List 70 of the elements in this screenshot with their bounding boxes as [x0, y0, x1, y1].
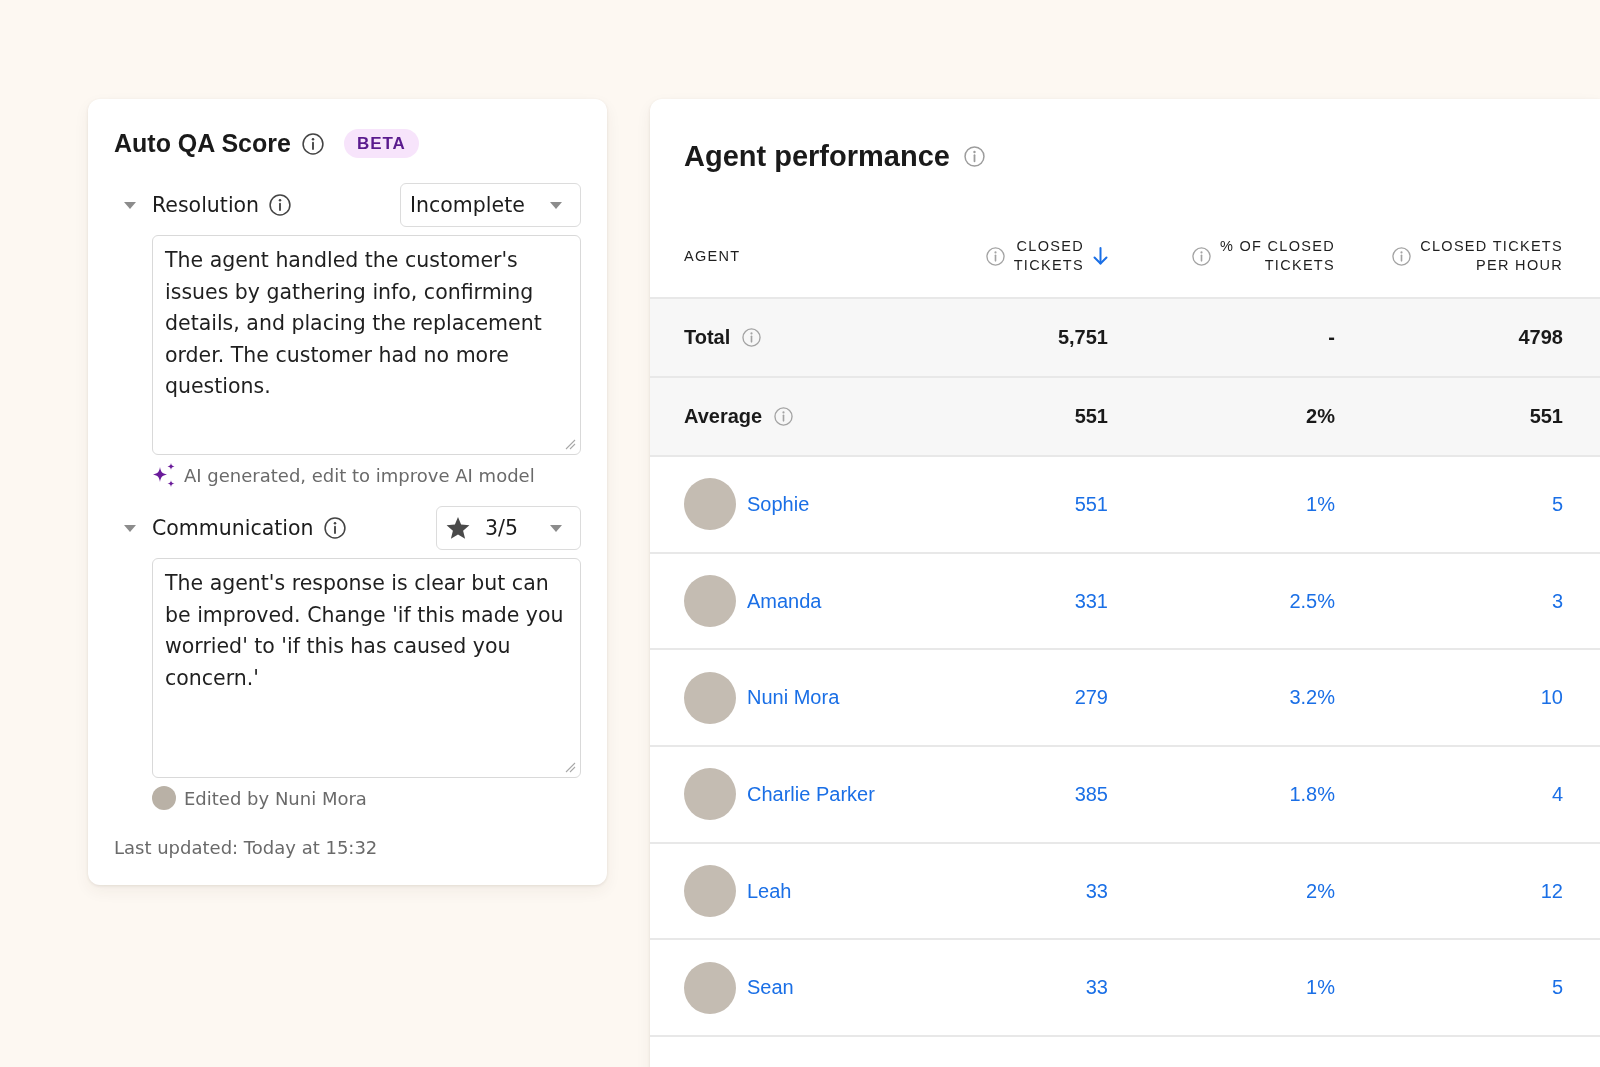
info-icon	[742, 328, 762, 347]
summary-value: 5,751	[1057, 326, 1108, 349]
caret-icon	[550, 524, 562, 532]
metric-link[interactable]: 279	[1074, 686, 1108, 710]
agent-name-link[interactable]: Amanda	[747, 589, 822, 613]
summary-value: 551	[1529, 405, 1563, 428]
summary-label: Total	[684, 326, 731, 349]
metric-link[interactable]: 4	[1551, 782, 1563, 806]
summary-value: 2%	[1306, 405, 1335, 428]
metric-link[interactable]: 1%	[1306, 976, 1335, 1000]
summary-label: Average	[684, 405, 763, 428]
summary-value: 4798	[1518, 326, 1563, 349]
info-icon	[301, 132, 324, 155]
agent-name-link[interactable]: Charlie Parker	[747, 782, 875, 806]
metric-link[interactable]: 5	[1551, 492, 1563, 516]
agent-name-link[interactable]: Leah	[747, 879, 792, 903]
metric-link[interactable]: 3.2%	[1289, 686, 1335, 710]
column-header[interactable]: CLOSED TICKETS PER HOUR	[1420, 237, 1563, 275]
column-header[interactable]: AGENT	[684, 246, 741, 266]
criterion-label: Resolution	[152, 193, 260, 217]
info-icon	[963, 145, 985, 167]
beta-badge: BETA	[343, 129, 419, 158]
avatar-placeholder	[684, 478, 736, 531]
comment-field[interactable]: The agent handled the customer's issues by gathering info, confirming details, and placing the replacement order. The customer had no more questions.	[152, 235, 581, 455]
agent-name-link[interactable]: Nuni Mora	[747, 686, 840, 710]
agent-name-link[interactable]: Sophie	[747, 492, 810, 516]
metric-link[interactable]: 33	[1085, 879, 1108, 903]
metric-link[interactable]: 10	[1540, 686, 1563, 710]
info-icon	[774, 407, 794, 426]
last-updated-text: Last updated: Today at 15:32	[114, 836, 379, 860]
metric-link[interactable]: 5	[1551, 976, 1563, 1000]
column-header[interactable]: % OF CLOSED TICKETS	[1220, 237, 1335, 275]
caret-icon[interactable]	[124, 524, 136, 532]
caret-icon	[550, 201, 562, 209]
column-header[interactable]: CLOSED TICKETS	[1013, 237, 1084, 275]
criterion-label: Communication	[152, 516, 314, 540]
resize-grip-icon[interactable]	[565, 762, 576, 773]
info-icon	[323, 517, 346, 539]
ai-generated-note: AI generated, edit to improve AI model	[184, 464, 535, 486]
edited-by-note: Edited by Nuni Mora	[184, 787, 367, 809]
info-icon	[269, 194, 292, 216]
summary-value: -	[1328, 326, 1335, 349]
metric-link[interactable]: 3	[1551, 589, 1563, 613]
arrow-down-icon[interactable]	[1093, 247, 1108, 265]
status-dropdown[interactable]: Incomplete	[400, 183, 581, 227]
metric-link[interactable]: 2%	[1306, 879, 1335, 903]
comment-field[interactable]: The agent's response is clear but can be improved. Change 'if this made you worried' to 'if this has caused you concern.'	[152, 558, 581, 778]
metric-link[interactable]: 551	[1074, 492, 1108, 516]
card-title: Auto QA Score	[114, 129, 291, 158]
rating-dropdown[interactable]: 3/5	[436, 506, 581, 550]
metric-link[interactable]: 12	[1540, 879, 1563, 903]
metric-link[interactable]: 1.8%	[1289, 782, 1335, 806]
avatar-placeholder	[684, 865, 736, 918]
metric-link[interactable]: 2.5%	[1289, 589, 1335, 613]
avatar-placeholder	[684, 768, 736, 821]
metric-link[interactable]: 331	[1074, 589, 1108, 613]
sparkle-icon	[152, 463, 176, 487]
metric-link[interactable]: 385	[1074, 782, 1108, 806]
agent-name-link[interactable]: Sean	[747, 976, 794, 1000]
caret-icon[interactable]	[124, 201, 136, 209]
avatar-placeholder	[684, 961, 736, 1014]
summary-value: 551	[1074, 405, 1108, 428]
star-icon	[446, 516, 470, 540]
metric-link[interactable]: 33	[1085, 976, 1108, 1000]
card-title: Agent performance	[684, 139, 950, 173]
metric-link[interactable]: 1%	[1306, 492, 1335, 516]
avatar-placeholder	[152, 786, 176, 810]
resize-grip-icon[interactable]	[565, 439, 576, 450]
avatar-placeholder	[684, 575, 736, 628]
avatar-placeholder	[684, 671, 736, 724]
